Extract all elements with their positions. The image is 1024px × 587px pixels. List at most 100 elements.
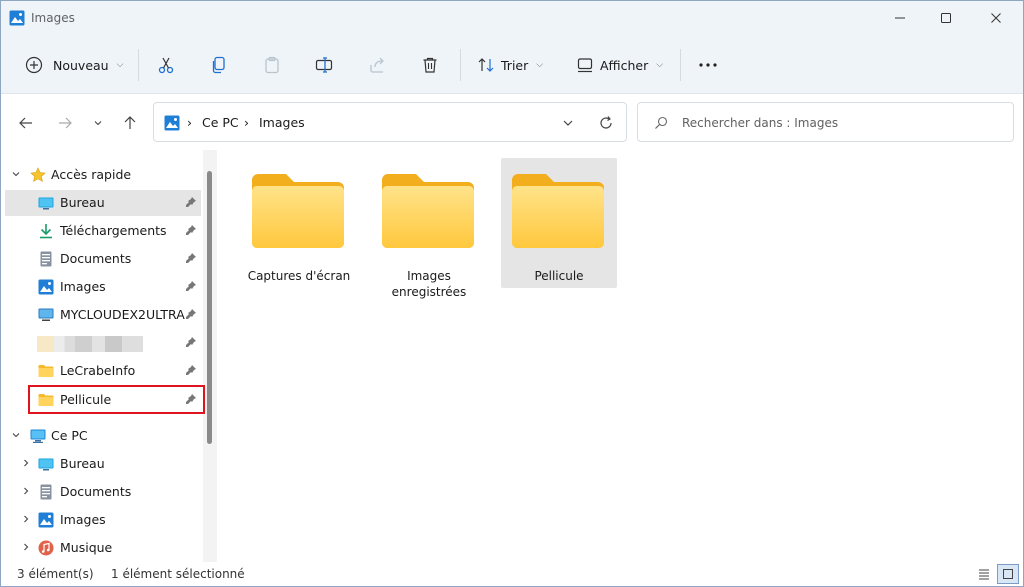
chevron-right-icon[interactable] bbox=[21, 542, 31, 552]
copy-button[interactable] bbox=[210, 49, 228, 81]
pin-icon[interactable] bbox=[185, 224, 197, 236]
view-label: Afficher bbox=[600, 57, 649, 73]
chevron-down-icon[interactable] bbox=[562, 117, 574, 129]
pin-icon[interactable] bbox=[185, 364, 197, 376]
sidebar-item-label: Documents bbox=[60, 251, 132, 266]
up-button[interactable] bbox=[119, 112, 141, 134]
search-input[interactable]: Rechercher dans : Images bbox=[637, 102, 1014, 142]
document-icon bbox=[40, 484, 52, 500]
chevron-down-icon: ⌵ bbox=[536, 60, 544, 70]
sidebar-pc-musique[interactable]: Musique bbox=[5, 535, 201, 561]
pictures-icon bbox=[38, 279, 54, 295]
breadcrumb-images[interactable]: Images bbox=[259, 115, 305, 130]
rename-icon bbox=[315, 57, 333, 73]
sidebar-item-label: LeCrabeInfo bbox=[60, 363, 136, 378]
sidebar-item-label: MYCLOUDEX2ULTRA bbox=[60, 307, 185, 322]
blurred-folder-name bbox=[37, 336, 143, 352]
cut-button[interactable] bbox=[157, 49, 175, 81]
folder-label: Captures d'écran bbox=[247, 269, 351, 283]
rename-button[interactable] bbox=[315, 49, 333, 81]
separator bbox=[460, 49, 461, 81]
sidebar-pc-bureau[interactable]: Bureau bbox=[5, 451, 201, 477]
minimize-button[interactable] bbox=[877, 1, 923, 35]
view-button[interactable]: Afficher ⌵ bbox=[576, 49, 663, 81]
sidebar-item-mycloudex2ultra[interactable]: MYCLOUDEX2ULTRA bbox=[5, 302, 201, 328]
window-title: Images bbox=[31, 11, 75, 25]
chevron-right-icon[interactable] bbox=[21, 458, 31, 468]
folder-label: Pellicule bbox=[534, 269, 584, 283]
sidebar-item-bureau[interactable]: Bureau bbox=[5, 190, 201, 216]
sidebar-pc-images[interactable]: Images bbox=[5, 507, 201, 533]
chevron-down-icon[interactable] bbox=[11, 430, 21, 440]
pin-icon[interactable] bbox=[185, 280, 197, 292]
document-icon bbox=[40, 251, 52, 267]
close-icon bbox=[991, 13, 1001, 23]
recent-locations-button[interactable] bbox=[87, 112, 109, 134]
share-button[interactable] bbox=[369, 49, 387, 81]
more-options-button[interactable] bbox=[698, 49, 718, 81]
share-icon bbox=[370, 57, 384, 73]
details-view-button[interactable] bbox=[973, 564, 995, 584]
pin-icon[interactable] bbox=[185, 308, 197, 320]
chevron-down-icon: ⌵ bbox=[656, 60, 664, 70]
folder-icon bbox=[252, 174, 344, 248]
desktop-icon bbox=[38, 197, 54, 210]
pictures-icon bbox=[164, 115, 180, 131]
paste-button[interactable] bbox=[263, 49, 281, 81]
sidebar-item-documents[interactable]: Documents bbox=[5, 246, 201, 272]
star-icon bbox=[30, 167, 46, 182]
folder-tile-captures[interactable]: Captures d'écran bbox=[241, 158, 357, 288]
pictures-app-icon bbox=[9, 10, 25, 26]
more-icon bbox=[699, 63, 717, 67]
chevron-right-icon[interactable] bbox=[21, 486, 31, 496]
maximize-button[interactable] bbox=[923, 1, 969, 35]
network-drive-icon bbox=[38, 308, 54, 321]
pin-icon[interactable] bbox=[185, 252, 197, 264]
delete-button[interactable] bbox=[421, 49, 439, 81]
selection-count: 1 élément sélectionné bbox=[111, 567, 245, 581]
folder-tile-pellicule[interactable]: Pellicule bbox=[501, 158, 617, 288]
sort-button[interactable]: Trier ⌵ bbox=[477, 49, 543, 81]
chevron-down-icon[interactable] bbox=[11, 169, 21, 179]
folder-tile-images-enregistrees[interactable]: Images enregistrées bbox=[371, 158, 487, 299]
desktop-icon bbox=[38, 458, 54, 471]
new-label: Nouveau bbox=[53, 57, 109, 73]
sidebar-scrollbar-thumb[interactable] bbox=[207, 171, 212, 444]
separator bbox=[680, 49, 681, 81]
sidebar-this-pc[interactable]: Ce PC bbox=[5, 423, 201, 449]
minimize-icon bbox=[895, 17, 905, 19]
sidebar-quick-access[interactable]: Accès rapide bbox=[5, 162, 201, 188]
chevron-down-icon: ⌵ bbox=[116, 60, 124, 70]
sort-label: Trier bbox=[501, 57, 529, 73]
file-view[interactable]: Captures d'écran Images enregistrées Pel… bbox=[217, 150, 1023, 562]
sidebar-item-label: Téléchargements bbox=[60, 223, 167, 238]
download-icon bbox=[40, 224, 52, 239]
address-bar[interactable]: › Ce PC › Images bbox=[153, 102, 627, 142]
status-bar: 3 élément(s) 1 élément sélectionné bbox=[1, 562, 1023, 586]
breadcrumb-separator-icon: › bbox=[244, 115, 249, 130]
sidebar-item-label: Bureau bbox=[60, 195, 105, 210]
sidebar-item-lecrabeinfo[interactable]: LeCrabeInfo bbox=[5, 358, 201, 384]
sidebar-item-images[interactable]: Images bbox=[5, 274, 201, 300]
sidebar-item-label: Images bbox=[60, 279, 106, 294]
new-button[interactable]: Nouveau ⌵ bbox=[25, 49, 123, 81]
refresh-icon[interactable] bbox=[598, 115, 614, 131]
clipboard-icon bbox=[265, 56, 279, 74]
pin-icon[interactable] bbox=[185, 336, 197, 348]
forward-button[interactable] bbox=[54, 112, 76, 134]
sidebar-item-telechargements[interactable]: Téléchargements bbox=[5, 218, 201, 244]
large-icons-view-button[interactable] bbox=[997, 564, 1019, 584]
trash-icon bbox=[423, 57, 437, 73]
title-bar[interactable]: Images bbox=[1, 1, 1023, 35]
arrow-left-icon bbox=[19, 117, 32, 129]
pin-icon[interactable] bbox=[185, 196, 197, 208]
back-button[interactable] bbox=[15, 112, 37, 134]
command-bar: Nouveau ⌵ Trier ⌵ Afficher ⌵ bbox=[1, 35, 1023, 94]
breadcrumb-ce-pc[interactable]: Ce PC bbox=[202, 115, 239, 130]
sidebar-pc-documents[interactable]: Documents bbox=[5, 479, 201, 505]
chevron-right-icon[interactable] bbox=[21, 514, 31, 524]
item-count: 3 élément(s) bbox=[17, 567, 94, 581]
breadcrumb-separator-icon: › bbox=[187, 115, 192, 130]
close-button[interactable] bbox=[973, 1, 1019, 35]
navigation-bar: › Ce PC › Images Rechercher dans : Image… bbox=[1, 94, 1023, 150]
